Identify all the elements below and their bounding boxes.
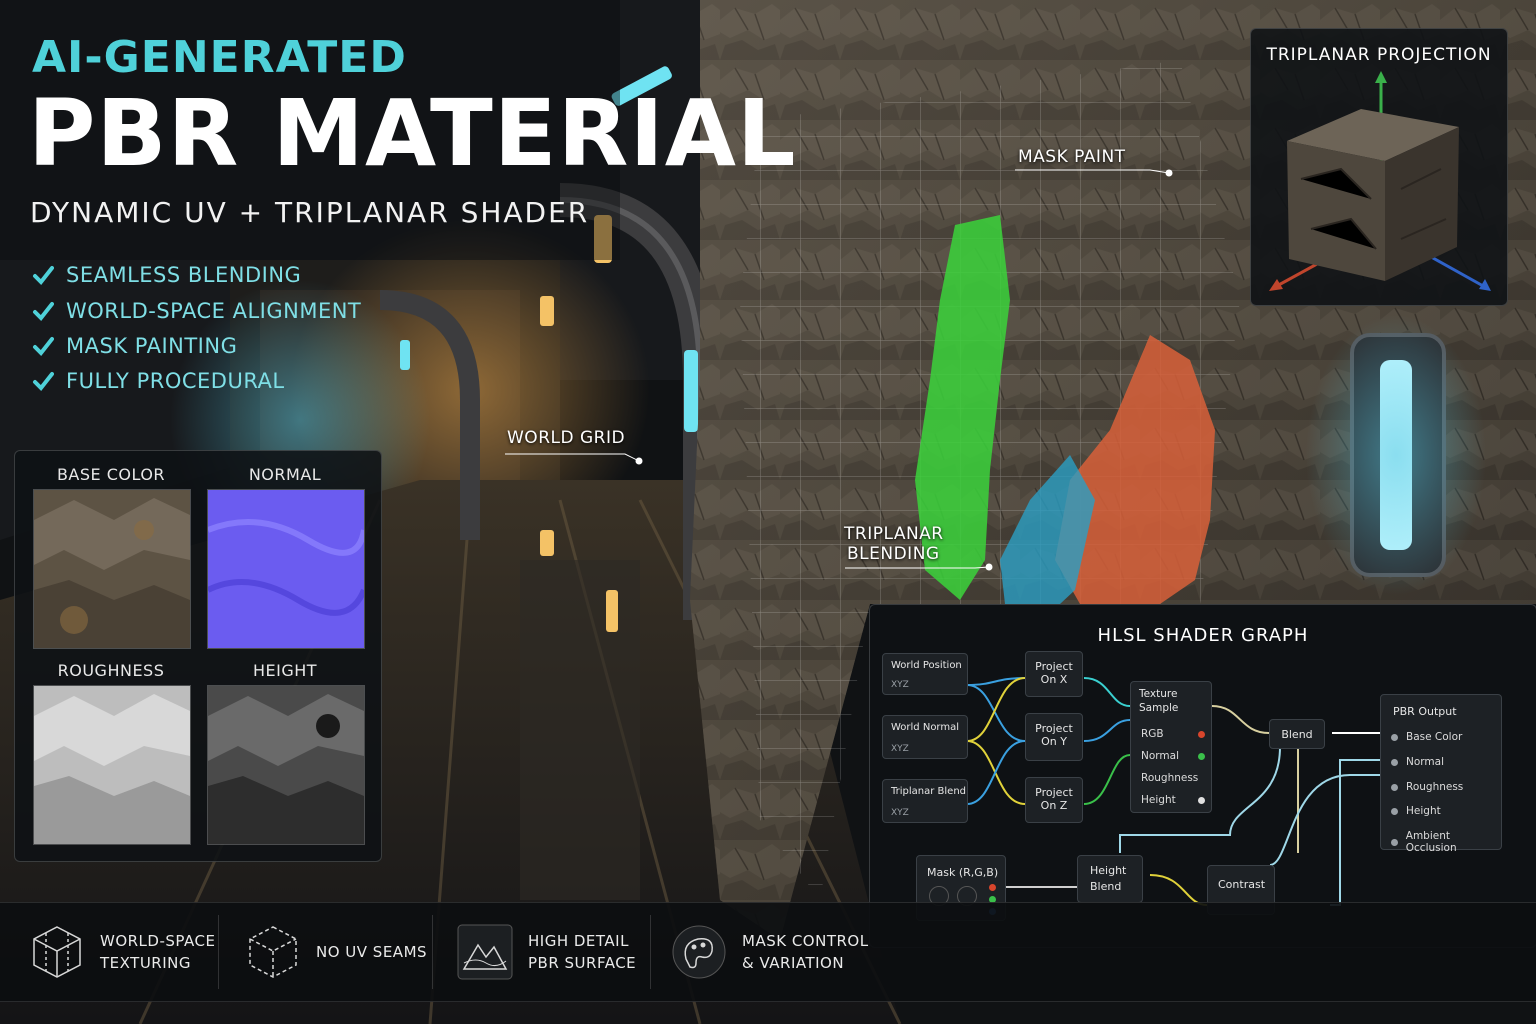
pin-normal: Normal: [1141, 750, 1205, 762]
node-title: Texture: [1139, 688, 1178, 700]
check-icon: [33, 337, 54, 357]
feature-item: WORLD-SPACE ALIGNMENT: [32, 299, 361, 323]
feature-label: SEAMLESS BLENDING: [66, 263, 302, 287]
bottom-feature-label: TEXTURING: [100, 954, 191, 972]
bottom-feature-label: NO UV SEAMS: [316, 942, 428, 961]
bottom-feature-no-uv-seams: NO UV SEAMS: [244, 923, 427, 981]
node-subtitle: XYZ: [891, 744, 909, 754]
bottom-feature-label: HIGH DETAIL: [528, 931, 629, 950]
normal-label: NORMAL: [248, 465, 322, 484]
palette-icon: [672, 925, 726, 979]
bottom-feature-high-detail: HIGH DETAIL PBR SURFACE: [456, 923, 636, 981]
node-title: Project: [1035, 660, 1073, 673]
eyebrow-title: AI-GENERATED: [32, 32, 407, 83]
pin-ambient-occlusion: Ambient Occlusion: [1391, 830, 1501, 854]
triplanar-cube-diagram: [1269, 71, 1491, 291]
node-title: Sample: [1139, 702, 1179, 714]
world-position-node[interactable]: World Position XYZ: [882, 653, 968, 695]
poster: AI-GENERATED PBR MATERIAL DYNAMIC UV + T…: [0, 0, 1536, 1024]
node-title: Blend: [1090, 880, 1122, 893]
blend-node[interactable]: Blend: [1269, 719, 1325, 749]
world-normal-node[interactable]: World Normal XYZ: [882, 715, 968, 759]
height-label: HEIGHT: [252, 661, 318, 680]
feature-item: MASK PAINTING: [32, 334, 237, 358]
pin-height: Height: [1391, 805, 1441, 817]
node-title: Project: [1035, 722, 1073, 735]
node-title: PBR Output: [1393, 705, 1457, 718]
main-title: PBR MATERIAL: [28, 80, 797, 187]
bottom-feature-label: MASK CONTROL: [742, 931, 869, 950]
check-icon: [33, 302, 54, 322]
check-icon: [33, 266, 54, 286]
mountain-icon: [457, 924, 513, 980]
pin-roughness: Roughness: [1141, 772, 1199, 784]
texture-maps-panel: BASE COLOR NORMAL ROUGHNESS HEIGHT: [14, 450, 382, 862]
node-title: On Y: [1041, 735, 1067, 748]
roughness-map: [33, 685, 191, 845]
triplanar-blend-node[interactable]: Triplanar Blend XYZ: [882, 779, 968, 823]
node-title: Mask (R,G,B): [927, 866, 999, 879]
callout-leader: [505, 453, 643, 465]
check-icon: [33, 372, 54, 392]
node-title: On X: [1040, 673, 1068, 686]
triplanar-blending-callout-line2: BLENDING: [847, 544, 940, 564]
triplanar-blending-callout-line1: TRIPLANAR: [844, 524, 944, 544]
callout-leader: [1015, 169, 1173, 177]
normal-map: [207, 489, 365, 649]
project-x-node[interactable]: Project On X: [1025, 651, 1083, 697]
texture-sample-node[interactable]: Texture Sample RGB Normal Roughness Heig…: [1130, 681, 1212, 813]
feature-label: FULLY PROCEDURAL: [66, 369, 285, 393]
node-title: World Normal: [891, 722, 960, 733]
base-color-map: [33, 489, 191, 649]
node-title: Height: [1090, 864, 1127, 877]
world-grid-callout: WORLD GRID: [507, 428, 626, 448]
bottom-feature-label: WORLD-SPACE: [100, 931, 216, 950]
bottom-feature-mask-control: MASK CONTROL & VARIATION: [670, 923, 869, 981]
pin-roughness: Roughness: [1391, 781, 1463, 793]
height-map: [207, 685, 365, 845]
pin-normal: Normal: [1391, 756, 1444, 768]
node-title: Blend: [1281, 728, 1313, 741]
shader-graph-panel: HLSL SHADER GRAPH World Position XYZ Wor…: [869, 604, 1536, 948]
project-z-node[interactable]: Project On Z: [1025, 777, 1083, 823]
bottom-feature-label: PBR SURFACE: [528, 954, 637, 972]
bottom-feature-label: & VARIATION: [742, 954, 845, 972]
project-y-node[interactable]: Project On Y: [1025, 713, 1083, 761]
feature-label: WORLD-SPACE ALIGNMENT: [66, 299, 362, 323]
node-title: Project: [1035, 786, 1073, 799]
node-subtitle: XYZ: [891, 808, 909, 818]
pin-height: Height: [1141, 794, 1205, 806]
pin-base-color: Base Color: [1391, 731, 1462, 743]
node-title: World Position: [891, 660, 962, 671]
mask-paint-callout: MASK PAINT: [1018, 147, 1126, 167]
roughness-label: ROUGHNESS: [57, 661, 165, 680]
node-subtitle: XYZ: [891, 680, 909, 690]
feature-label: MASK PAINTING: [66, 334, 238, 358]
node-title: On Z: [1040, 799, 1068, 812]
pbr-output-node[interactable]: PBR Output Base Color Normal Roughness H…: [1380, 694, 1502, 854]
height-blend-node[interactable]: Height Blend: [1077, 855, 1143, 903]
pin-rgb: RGB: [1141, 728, 1205, 740]
feature-item: SEAMLESS BLENDING: [32, 263, 301, 287]
triplanar-title: TRIPLANAR PROJECTION: [1266, 45, 1492, 65]
node-title: Triplanar Blend: [891, 786, 967, 797]
cube-dashed-icon: [249, 926, 297, 978]
cube-wire-icon: [33, 926, 81, 978]
bottom-feature-bar: WORLD-SPACE TEXTURING NO UV SEAMS HIGH D…: [0, 902, 1536, 1002]
node-title: Contrast: [1218, 878, 1266, 891]
base-color-label: BASE COLOR: [56, 465, 166, 484]
feature-item: FULLY PROCEDURAL: [32, 369, 285, 393]
triplanar-panel: TRIPLANAR PROJECTION: [1250, 28, 1508, 306]
bottom-feature-world-space: WORLD-SPACE TEXTURING: [28, 923, 215, 981]
subtitle: DYNAMIC UV + TRIPLANAR SHADER: [30, 196, 590, 229]
callout-leader: [845, 563, 993, 571]
